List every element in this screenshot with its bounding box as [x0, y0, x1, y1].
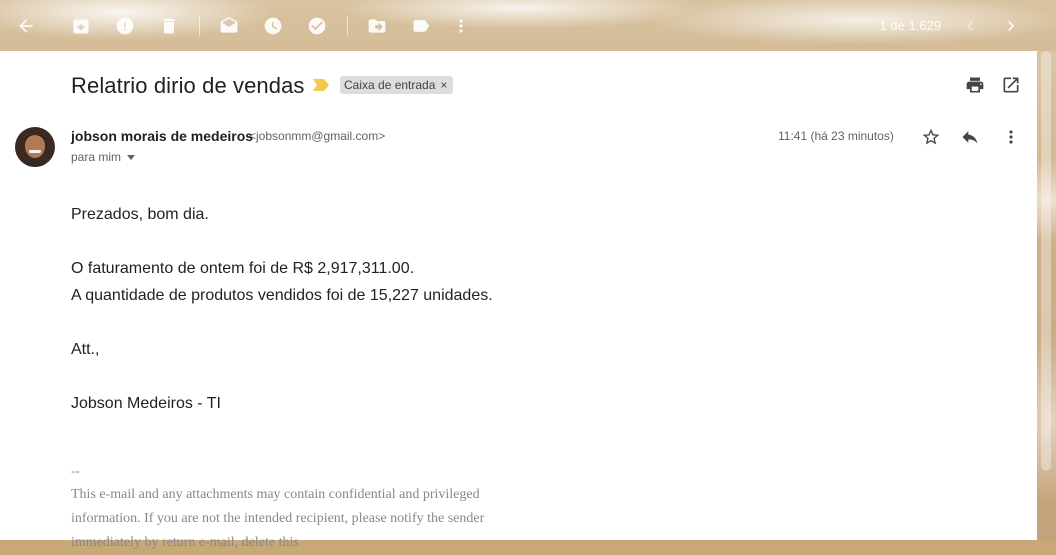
body-quantity-line: A quantidade de produtos vendidos foi de… — [71, 287, 493, 304]
avatar[interactable] — [15, 127, 55, 167]
body-signature: Jobson Medeiros - TI — [71, 395, 221, 412]
newer-chevron-icon[interactable] — [958, 14, 982, 38]
snooze-icon[interactable] — [261, 14, 285, 38]
toolbar-divider — [199, 16, 200, 36]
add-task-icon[interactable] — [305, 14, 329, 38]
sender-email: <jobsonmm@gmail.com> — [249, 129, 386, 143]
body-revenue-line: O faturamento de ontem foi de R$ 2,917,3… — [71, 260, 415, 277]
star-icon[interactable] — [921, 127, 941, 147]
print-icon[interactable] — [965, 75, 985, 95]
label-chip-inbox: Caixa de entrada × — [340, 76, 454, 94]
delete-icon[interactable] — [157, 14, 181, 38]
back-arrow-icon[interactable] — [14, 14, 38, 38]
email-toolbar: 1 de 1.629 — [0, 0, 1056, 52]
scrollbar-thumb[interactable] — [1041, 51, 1051, 471]
reply-icon[interactable] — [960, 127, 980, 147]
email-time: 11:41 (há 23 minutos) — [778, 129, 894, 143]
remove-label-button[interactable]: × — [440, 76, 447, 94]
email-subject: Relatrio dirio de vendas — [71, 73, 305, 98]
body-closing: Att., — [71, 341, 100, 358]
report-spam-icon[interactable] — [113, 14, 137, 38]
chevron-down-icon — [127, 154, 136, 160]
open-new-window-icon[interactable] — [1001, 75, 1021, 95]
mark-unread-icon[interactable] — [217, 14, 241, 38]
scrollbar[interactable] — [1037, 51, 1056, 540]
toolbar-divider — [347, 16, 348, 36]
older-chevron-icon[interactable] — [999, 14, 1023, 38]
label-icon[interactable] — [409, 14, 433, 38]
pager-count: 1 de 1.629 — [879, 18, 941, 33]
body-greeting: Prezados, bom dia. — [71, 206, 209, 223]
archive-icon[interactable] — [69, 14, 93, 38]
more-options-icon[interactable] — [1001, 127, 1021, 147]
recipients-toggle[interactable]: para mim — [71, 150, 136, 164]
more-vert-icon[interactable] — [449, 14, 473, 38]
sender-name: jobson morais de medeiros — [71, 128, 254, 144]
label-chip-text: Caixa de entrada — [344, 78, 436, 92]
email-view: Relatrio dirio de vendas Caixa de entrad… — [0, 51, 1037, 550]
signature-separator: -- — [71, 463, 80, 478]
move-to-icon[interactable] — [365, 14, 389, 38]
email-disclaimer: This e-mail and any attachments may cont… — [71, 487, 485, 550]
important-marker-icon[interactable] — [313, 79, 329, 91]
recipients-text: para mim — [71, 150, 122, 164]
